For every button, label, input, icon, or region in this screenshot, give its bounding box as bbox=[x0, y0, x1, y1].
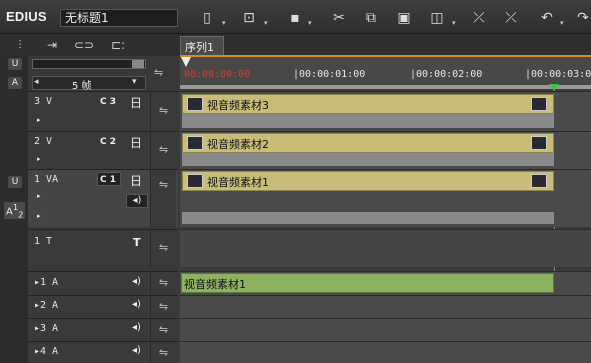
sync-toggle-icon[interactable]: ⇋ bbox=[154, 66, 163, 79]
tab-sequence[interactable]: 序列1 bbox=[180, 36, 224, 56]
ripple-icon[interactable]: ◫ bbox=[426, 8, 448, 28]
video-mute-icon[interactable]: 日 bbox=[130, 134, 142, 151]
expand-icon[interactable]: ▸ bbox=[37, 116, 41, 124]
snap-icon[interactable]: ⊏: bbox=[106, 37, 130, 53]
link-icon[interactable]: ⊂⊃ bbox=[72, 37, 96, 53]
sync-lock-icon[interactable]: ⇋ bbox=[150, 295, 176, 318]
audio-mute-icon[interactable]: ◂) bbox=[132, 299, 141, 310]
ripple-dropdown-icon[interactable]: ▾ bbox=[452, 20, 458, 27]
zoom-left-icon[interactable]: ◂ bbox=[34, 77, 39, 87]
clip-end-thumbnail bbox=[531, 97, 547, 111]
paste-icon[interactable]: ▣ bbox=[393, 8, 415, 28]
new-dropdown-icon[interactable]: ▾ bbox=[222, 20, 228, 27]
timecode-3: |00:00:03:00 bbox=[525, 69, 591, 80]
audio-mute-icon[interactable]: ◂) bbox=[132, 322, 141, 333]
clip-audio-bar bbox=[182, 153, 554, 166]
track-name: ▸4 A bbox=[34, 346, 59, 357]
cut-icon[interactable]: ✂ bbox=[328, 8, 350, 28]
a12-patch-icon[interactable]: A12 bbox=[4, 202, 26, 220]
track-name: 1 T bbox=[34, 236, 53, 247]
project-title-field[interactable]: 无标题1 bbox=[60, 9, 178, 27]
a-icon[interactable]: A bbox=[8, 77, 22, 89]
track-name: ▸2 A bbox=[34, 300, 59, 311]
lane-3a[interactable] bbox=[180, 318, 591, 341]
clip-end-thumbnail bbox=[531, 174, 547, 188]
sync-lock-icon[interactable]: ⇋ bbox=[150, 271, 176, 295]
clip-audio-bar bbox=[182, 114, 554, 128]
track-name: 3 V bbox=[34, 96, 53, 107]
save-dropdown-icon[interactable]: ▾ bbox=[308, 20, 314, 27]
sync-lock-icon[interactable]: ⇋ bbox=[150, 229, 176, 267]
app-logo: EDIUS bbox=[6, 9, 47, 24]
track-name: 2 V bbox=[34, 136, 53, 147]
track-name: 1 VA bbox=[34, 174, 59, 185]
expand-icon[interactable]: ▸ bbox=[37, 192, 41, 200]
audio-mute-icon[interactable]: ◂) bbox=[132, 276, 141, 287]
u-icon[interactable]: U bbox=[8, 58, 22, 70]
undo-dropdown-icon[interactable]: ▾ bbox=[560, 20, 566, 27]
clip-label: 视音频素材1 bbox=[184, 278, 246, 291]
clip-thumbnail bbox=[187, 136, 203, 150]
save-icon[interactable]: ▪ bbox=[284, 8, 306, 28]
timeline-scroll[interactable] bbox=[32, 59, 146, 69]
expand-audio-icon[interactable]: ▸ bbox=[37, 212, 41, 220]
video-mute-icon[interactable]: 日 bbox=[130, 172, 142, 189]
sync-lock-icon[interactable]: ⇋ bbox=[150, 91, 176, 131]
timecode-2: |00:00:02:00 bbox=[410, 69, 483, 80]
timecode-0: 00:00:00:00 bbox=[184, 69, 251, 80]
track-name: ▸1 A bbox=[34, 277, 59, 288]
lane-2a[interactable] bbox=[180, 295, 591, 318]
clip-label: 视音频素材1 bbox=[207, 176, 269, 189]
track-name: ▸3 A bbox=[34, 323, 59, 334]
sync-lock-icon[interactable]: ⇥ bbox=[40, 37, 64, 53]
sync-lock-icon[interactable]: ⇋ bbox=[150, 131, 176, 169]
audio-mute-icon[interactable]: ◂) bbox=[126, 194, 148, 208]
clip-thumbnail bbox=[187, 174, 203, 188]
video-mute-icon[interactable]: 日 bbox=[130, 94, 142, 111]
zoom-label: 5 帧 bbox=[72, 81, 92, 92]
ripple-delete-icon[interactable]: ⤫ bbox=[500, 8, 522, 28]
new-icon[interactable]: ▯ bbox=[196, 8, 218, 28]
track-mode-icon[interactable]: ⫶ bbox=[8, 37, 32, 53]
u-icon[interactable]: U bbox=[8, 176, 22, 188]
open-icon[interactable]: ⊡ bbox=[238, 8, 260, 28]
open-dropdown-icon[interactable]: ▾ bbox=[264, 20, 270, 27]
title-track-icon: T bbox=[133, 236, 141, 249]
expand-icon[interactable]: ▸ bbox=[37, 155, 41, 163]
scroll-thumb[interactable] bbox=[132, 60, 144, 68]
sync-lock-icon[interactable]: ⇋ bbox=[150, 169, 176, 227]
channel-label: C 3 bbox=[100, 97, 117, 107]
sync-lock-icon[interactable]: ⇋ bbox=[150, 318, 176, 341]
playhead-icon[interactable] bbox=[181, 57, 191, 67]
lane-1t[interactable] bbox=[180, 229, 591, 267]
clip-end-thumbnail bbox=[531, 136, 547, 150]
timecode-1: |00:00:01:00 bbox=[293, 69, 366, 80]
zoom-right-icon[interactable]: ▾ bbox=[132, 77, 137, 87]
clip-label: 视音频素材2 bbox=[207, 138, 269, 151]
undo-icon[interactable]: ↶ bbox=[536, 8, 558, 28]
ruler-scrub-bar[interactable] bbox=[180, 85, 591, 89]
lane-4a[interactable] bbox=[180, 341, 591, 363]
delete-icon[interactable]: ⤫ bbox=[468, 8, 490, 28]
audio-mute-icon[interactable]: ◂) bbox=[132, 345, 141, 356]
clip-thumbnail bbox=[187, 97, 203, 111]
clip-audio-bar bbox=[182, 212, 554, 224]
copy-icon[interactable]: ⧉ bbox=[360, 8, 382, 28]
clip-label: 视音频素材3 bbox=[207, 99, 269, 112]
channel-label: C 2 bbox=[100, 137, 117, 147]
sync-lock-icon[interactable]: ⇋ bbox=[150, 341, 176, 363]
redo-icon[interactable]: ↷ bbox=[572, 8, 591, 28]
channel-label: C 1 bbox=[100, 175, 117, 185]
